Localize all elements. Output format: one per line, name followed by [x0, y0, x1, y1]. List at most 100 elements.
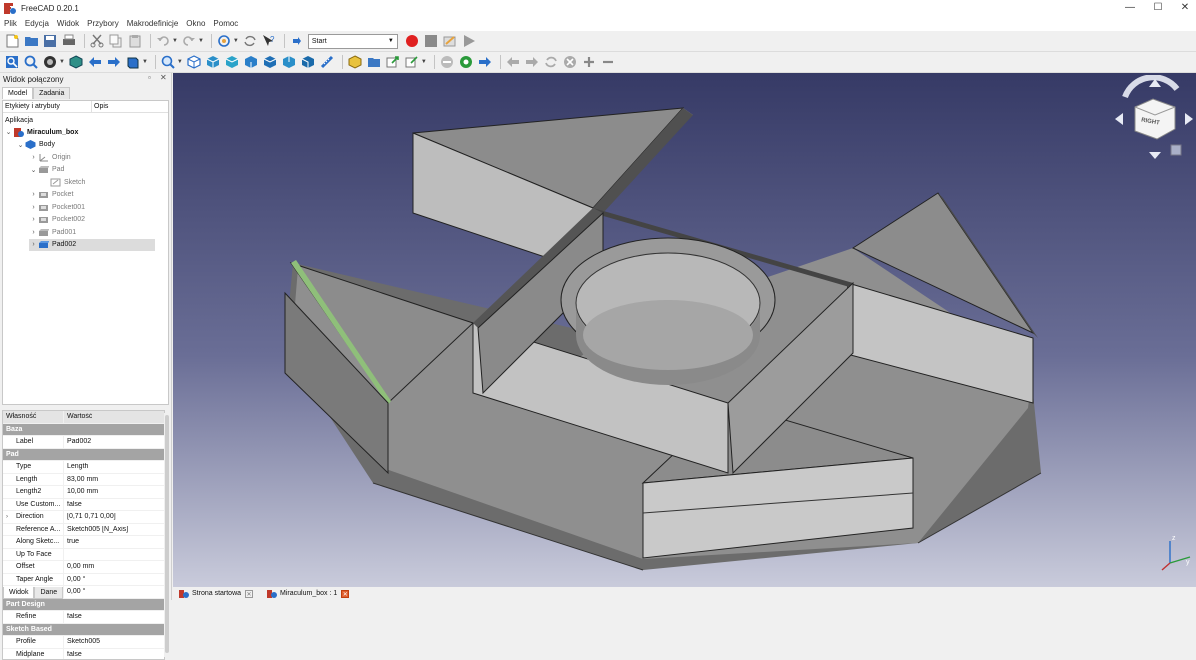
close-tab-icon[interactable]: ✕ — [245, 590, 253, 598]
property-row-refine[interactable]: Refinefalse — [3, 611, 164, 624]
draw-style-icon[interactable] — [42, 54, 58, 70]
property-row-along-sketch[interactable]: Along Sketc...true — [3, 536, 164, 549]
menu-tools[interactable]: Przybory — [87, 19, 119, 28]
back-arrow-icon[interactable] — [87, 54, 103, 70]
workbench-selector[interactable]: Start ▼ — [308, 34, 398, 49]
copy-icon[interactable] — [108, 33, 124, 49]
close-panel-icon[interactable]: ✕ — [160, 73, 167, 82]
tree-item-document[interactable]: ⌄ Miraculum_box — [4, 126, 78, 138]
zoom-icon[interactable] — [160, 54, 176, 70]
web-home-icon[interactable] — [458, 54, 474, 70]
view-front-icon[interactable] — [205, 54, 221, 70]
undo-icon[interactable] — [155, 33, 171, 49]
web-forward-icon[interactable] — [477, 54, 493, 70]
view-isometric-icon[interactable] — [186, 54, 202, 70]
property-value[interactable]: Pad002 — [64, 438, 91, 445]
property-row-profile[interactable]: ProfileSketch005 — [3, 636, 164, 649]
chevron-right-icon[interactable]: › — [29, 204, 38, 211]
property-row-use-custom[interactable]: Use Custom...false — [3, 499, 164, 512]
zoom-dropdown-icon[interactable]: ▼ — [177, 59, 183, 65]
view-top-icon[interactable] — [224, 54, 240, 70]
std-views-dropdown-icon[interactable]: ▼ — [142, 59, 148, 65]
tree-item-sketch[interactable]: Sketch — [50, 176, 85, 188]
chevron-down-icon[interactable]: ⌄ — [29, 166, 38, 174]
tree-item-pad001[interactable]: › Pad001 — [29, 226, 76, 238]
web-stop-x-icon[interactable] — [562, 54, 578, 70]
macros-icon[interactable] — [442, 33, 458, 49]
chevron-down-icon[interactable]: ⌄ — [16, 141, 25, 149]
web-back-disabled-icon[interactable] — [505, 54, 521, 70]
tree-item-pad002[interactable]: › Pad002 — [29, 239, 155, 251]
tree-item-body[interactable]: ⌄ Body — [16, 139, 55, 151]
whats-this-icon[interactable]: ? — [261, 33, 277, 49]
property-row-taper-angle[interactable]: Taper Angle0,00 ° — [3, 574, 164, 587]
property-value[interactable]: 10,00 mm — [64, 488, 98, 495]
property-value[interactable]: false — [64, 651, 82, 658]
property-value[interactable]: 83,00 mm — [64, 476, 98, 483]
chevron-right-icon[interactable]: › — [29, 191, 38, 198]
tree-item-pocket002[interactable]: › Pocket002 — [29, 214, 85, 226]
property-row-type[interactable]: TypeLength — [3, 461, 164, 474]
view-left-icon[interactable] — [300, 54, 316, 70]
property-row-length2[interactable]: Length210,00 mm — [3, 486, 164, 499]
property-row-offset[interactable]: Offset0,00 mm — [3, 561, 164, 574]
property-value[interactable]: false — [64, 501, 82, 508]
property-scrollbar[interactable] — [164, 413, 170, 657]
tab-data[interactable]: Dane — [34, 587, 63, 599]
property-column-name[interactable]: Własność — [3, 411, 64, 423]
property-column-value[interactable]: Wartość — [64, 413, 92, 420]
undo-dropdown-icon[interactable]: ▼ — [172, 38, 178, 44]
scrollbar-thumb[interactable] — [165, 415, 169, 653]
tree-item-origin[interactable]: › Origin — [29, 151, 71, 163]
property-value[interactable]: true — [64, 538, 79, 545]
tree-item-pocket001[interactable]: › Pocket001 — [29, 201, 85, 213]
property-row-up-to-face[interactable]: Up To Face — [3, 549, 164, 562]
tab-model[interactable]: Model — [2, 87, 33, 99]
property-row-direction[interactable]: ›Direction[0,71 0,71 0,00] — [3, 511, 164, 524]
property-group-pad[interactable]: Pad — [3, 449, 164, 462]
open-folder-icon[interactable] — [23, 33, 39, 49]
close-window-button[interactable]: ✕ — [1170, 0, 1196, 16]
property-row-label[interactable]: LabelPad002 — [3, 436, 164, 449]
link-actions-dropdown-icon[interactable]: ▼ — [421, 59, 427, 65]
menu-help[interactable]: Pomoc — [213, 19, 238, 28]
web-refresh-icon[interactable] — [543, 54, 559, 70]
web-next-disabled-icon[interactable] — [524, 54, 540, 70]
navigation-cube[interactable]: RIGHT — [1113, 75, 1195, 163]
tree-item-pad[interactable]: ⌄ Pad — [29, 164, 64, 176]
forward-arrow-icon[interactable] — [106, 54, 122, 70]
tab-tasks[interactable]: Zadania — [33, 87, 70, 99]
chevron-right-icon[interactable]: › — [29, 216, 38, 223]
menu-file[interactable]: Plik — [4, 19, 17, 28]
property-value[interactable]: [0,71 0,71 0,00] — [64, 513, 116, 520]
tree-column-labels[interactable]: Etykiety i atrybuty — [3, 101, 92, 112]
save-icon[interactable] — [42, 33, 58, 49]
property-value[interactable]: 0,00 mm — [64, 563, 94, 570]
recompute-icon[interactable] — [242, 33, 258, 49]
doc-tab-start-page[interactable]: Strona startowa ✕ — [179, 590, 253, 598]
std-views-icon[interactable] — [125, 54, 141, 70]
chevron-right-icon[interactable]: › — [29, 229, 38, 236]
property-group-sketch-based[interactable]: Sketch Based — [3, 624, 164, 637]
3d-viewport[interactable]: RIGHT z y — [173, 73, 1196, 587]
minimize-button[interactable]: — — [1115, 0, 1145, 16]
zoom-out-icon[interactable] — [600, 54, 616, 70]
navcube-arrow-left-icon[interactable] — [1115, 113, 1123, 125]
property-row-reference-axis[interactable]: Reference A...Sketch005 [N_Axis] — [3, 524, 164, 537]
menu-macro[interactable]: Makrodefinicje — [127, 19, 179, 28]
redo-icon[interactable] — [181, 33, 197, 49]
view-right-icon[interactable] — [243, 54, 259, 70]
cut-icon[interactable] — [89, 33, 105, 49]
fit-all-icon[interactable] — [4, 54, 20, 70]
tree-column-description[interactable]: Opis — [92, 101, 108, 112]
record-macro-icon[interactable] — [404, 33, 420, 49]
redo-dropdown-icon[interactable]: ▼ — [198, 38, 204, 44]
model-render[interactable] — [173, 73, 1196, 587]
execute-macro-icon[interactable] — [461, 33, 477, 49]
property-value[interactable]: Length — [64, 463, 88, 470]
property-value[interactable]: 0,00 ° — [64, 576, 85, 583]
navcube-menu-icon[interactable] — [1171, 145, 1181, 155]
bounding-box-icon[interactable] — [68, 54, 84, 70]
property-row-length[interactable]: Length83,00 mm — [3, 474, 164, 487]
menu-edit[interactable]: Edycja — [25, 19, 49, 28]
